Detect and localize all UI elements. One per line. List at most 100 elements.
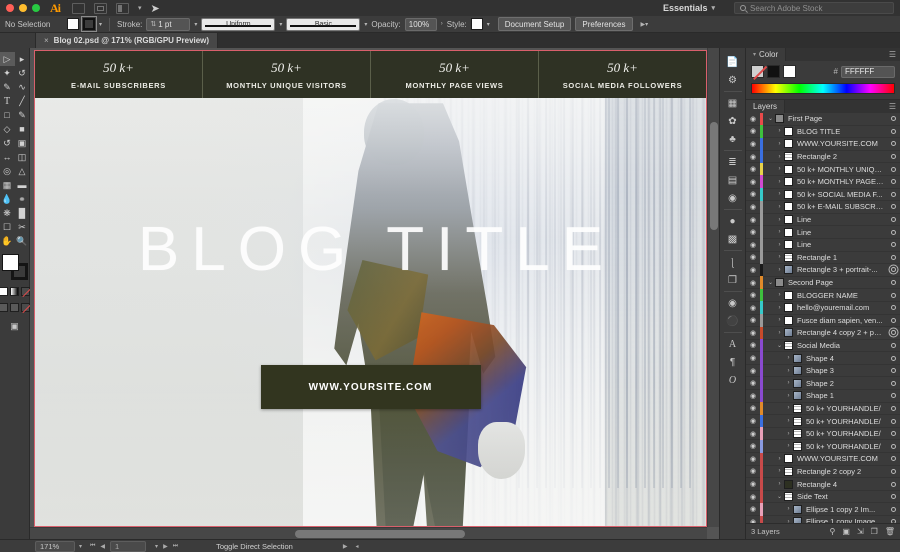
fill-stroke-controls[interactable] (1, 254, 28, 280)
arrange-documents-icon[interactable] (116, 2, 129, 14)
target-indicator[interactable] (887, 456, 900, 462)
brushes-icon[interactable]: ✿ (722, 112, 744, 130)
transparency-icon[interactable]: ⚫ (722, 312, 744, 330)
zoom-level-input[interactable]: 171% (35, 540, 75, 552)
target-indicator[interactable] (887, 368, 900, 374)
disclosure-triangle-icon[interactable]: › (775, 154, 784, 160)
hex-input[interactable]: FFFFFF (841, 65, 895, 78)
perspective-grid-tool[interactable]: △ (15, 164, 30, 178)
chevron-down-icon[interactable]: ▾ (753, 51, 756, 58)
disclosure-triangle-icon[interactable]: › (775, 166, 784, 172)
layer-row[interactable]: ◉ › Shape 3 (746, 364, 900, 378)
eyedropper-tool[interactable]: 💧 (0, 192, 15, 206)
color-mode-buttons[interactable] (0, 287, 30, 296)
eye-icon[interactable]: ◉ (746, 241, 760, 249)
locate-object-icon[interactable]: ⚲ (830, 527, 836, 536)
target-indicator[interactable] (887, 468, 900, 474)
disclosure-triangle-icon[interactable]: › (784, 431, 793, 437)
layer-row[interactable]: ◉ › 50 k+ YOURHANDLE/ (746, 439, 900, 454)
layer-row[interactable]: ◉ › 50 k+ YOURHANDLE/ (746, 402, 900, 416)
target-indicator[interactable] (887, 431, 900, 437)
style-chevron-down-icon[interactable]: ▾ (487, 21, 490, 28)
target-indicator[interactable] (887, 141, 900, 147)
status-menu-icon[interactable]: ▶ (343, 543, 348, 550)
canvas-scroll-region[interactable]: 50 k+ E-MAIL SUBSCRIBERS 50 k+ MONTHLY U… (30, 48, 719, 539)
document-tab[interactable]: × Blog 02.psd @ 171% (RGB/GPU Preview) (36, 33, 219, 48)
target-indicator[interactable] (887, 443, 900, 449)
target-indicator[interactable] (887, 179, 900, 185)
fill-swatch[interactable] (1, 254, 19, 271)
disclosure-triangle-icon[interactable]: › (775, 141, 784, 147)
stroke-weight-input[interactable]: ⇅ 1 pt (146, 17, 191, 31)
target-indicator[interactable] (887, 393, 900, 399)
layer-list[interactable]: ◉ ⌄ First Page ◉ › BLOG TITLE ◉ › WWW.YOURSITE.C… (746, 113, 900, 523)
target-indicator[interactable] (887, 154, 900, 160)
stock-icon[interactable] (94, 2, 107, 14)
target-indicator[interactable] (887, 305, 900, 311)
layer-row[interactable]: ◉ ⌄ Social Media (746, 339, 900, 353)
disclosure-triangle-icon[interactable]: › (784, 443, 793, 449)
artboard-navigation[interactable]: ⏮ ◀ 1 ▾ ▶ ⏭ (90, 540, 178, 552)
layer-name[interactable]: Rectangle 3 + portrait-... (797, 265, 887, 274)
disclosure-triangle-icon[interactable]: › (775, 305, 784, 311)
eraser-tool[interactable]: ■ (15, 122, 30, 136)
blend-tool[interactable]: ⚭ (15, 192, 30, 206)
layer-name[interactable]: Fusce diam sapien, ven... (797, 316, 887, 325)
mesh-tool[interactable]: ▦ (0, 178, 15, 192)
none-swatch[interactable] (751, 65, 764, 78)
eye-icon[interactable]: ◉ (746, 291, 760, 299)
layer-name[interactable]: Shape 2 (806, 379, 887, 388)
layer-row[interactable]: ◉ › hello@youremail.com (746, 301, 900, 315)
vertical-scroll-thumb[interactable] (710, 122, 718, 230)
blog-title-text[interactable]: BLOG TITLE (35, 219, 706, 281)
target-indicator[interactable] (887, 204, 900, 210)
disclosure-triangle-icon[interactable]: › (775, 128, 784, 134)
profile-chevron-down-icon[interactable]: ▾ (279, 21, 282, 28)
window-controls[interactable] (6, 4, 40, 12)
fill-color-swatch[interactable] (67, 18, 79, 30)
website-url-button[interactable]: WWW.YOURSITE.COM (260, 365, 481, 409)
layer-row[interactable]: ◉ › Rectangle 1 (746, 251, 900, 265)
disclosure-triangle-icon[interactable]: › (775, 217, 784, 223)
minimize-window-button[interactable] (19, 4, 27, 12)
free-transform-tool[interactable]: ◫ (15, 150, 30, 164)
target-indicator[interactable] (887, 380, 900, 386)
disclosure-triangle-icon[interactable]: › (784, 418, 793, 424)
eye-icon[interactable]: ◉ (746, 153, 760, 161)
eye-icon[interactable]: ◉ (746, 253, 760, 261)
eye-icon[interactable]: ◉ (746, 417, 760, 425)
lasso-tool[interactable]: ↺ (15, 66, 30, 80)
direct-selection-tool[interactable]: ▸ (15, 52, 30, 66)
layer-name[interactable]: 50 k+ YOURHANDLE/ (806, 429, 887, 438)
layer-row[interactable]: ◉ › Ellipse 1 copy Image (746, 515, 900, 523)
previous-artboard-icon[interactable]: ◀ (100, 543, 105, 550)
links-icon[interactable]: ⎱ (722, 253, 744, 271)
layer-name[interactable]: Rectangle 1 (797, 253, 887, 262)
eye-icon[interactable]: ◉ (746, 430, 760, 438)
rectangle-tool[interactable]: □ (0, 108, 15, 122)
eye-icon[interactable]: ◉ (746, 404, 760, 412)
eye-icon[interactable]: ◉ (746, 165, 760, 173)
scale-tool[interactable]: ▣ (15, 136, 30, 150)
layer-name[interactable]: WWW.YOURSITE.COM (797, 454, 887, 463)
workspace-switcher[interactable]: Essentials ▾ (663, 3, 724, 13)
white-swatch[interactable] (783, 65, 796, 78)
artboard-number-input[interactable]: 1 (110, 540, 147, 552)
layer-row[interactable]: ◉ › Rectangle 2 copy 2 (746, 465, 900, 479)
stroke-color-swatch[interactable] (81, 16, 97, 32)
eye-icon[interactable]: ◉ (746, 203, 760, 211)
stock-search-input[interactable]: Search Adobe Stock (734, 2, 894, 14)
disclosure-triangle-icon[interactable]: › (784, 368, 793, 374)
eye-icon[interactable]: ◉ (746, 379, 760, 387)
disclosure-triangle-icon[interactable]: ⌄ (775, 342, 784, 349)
eye-icon[interactable]: ◉ (746, 279, 760, 287)
column-graph-tool[interactable]: █ (15, 206, 30, 220)
target-indicator[interactable] (887, 267, 900, 273)
layer-name[interactable]: Rectangle 4 (797, 480, 887, 489)
layer-row[interactable]: ◉ ⌄ First Page (746, 113, 900, 126)
layer-row[interactable]: ◉ › Line (746, 225, 900, 239)
eye-icon[interactable]: ◉ (746, 266, 760, 274)
layer-row[interactable]: ◉ ⌄ Side Text (746, 490, 900, 504)
layer-name[interactable]: 50 k+ E-MAIL SUBSCRIB... (797, 202, 887, 211)
layer-row[interactable]: ◉ › 50 k+ SOCIAL MEDIA F... (746, 188, 900, 202)
